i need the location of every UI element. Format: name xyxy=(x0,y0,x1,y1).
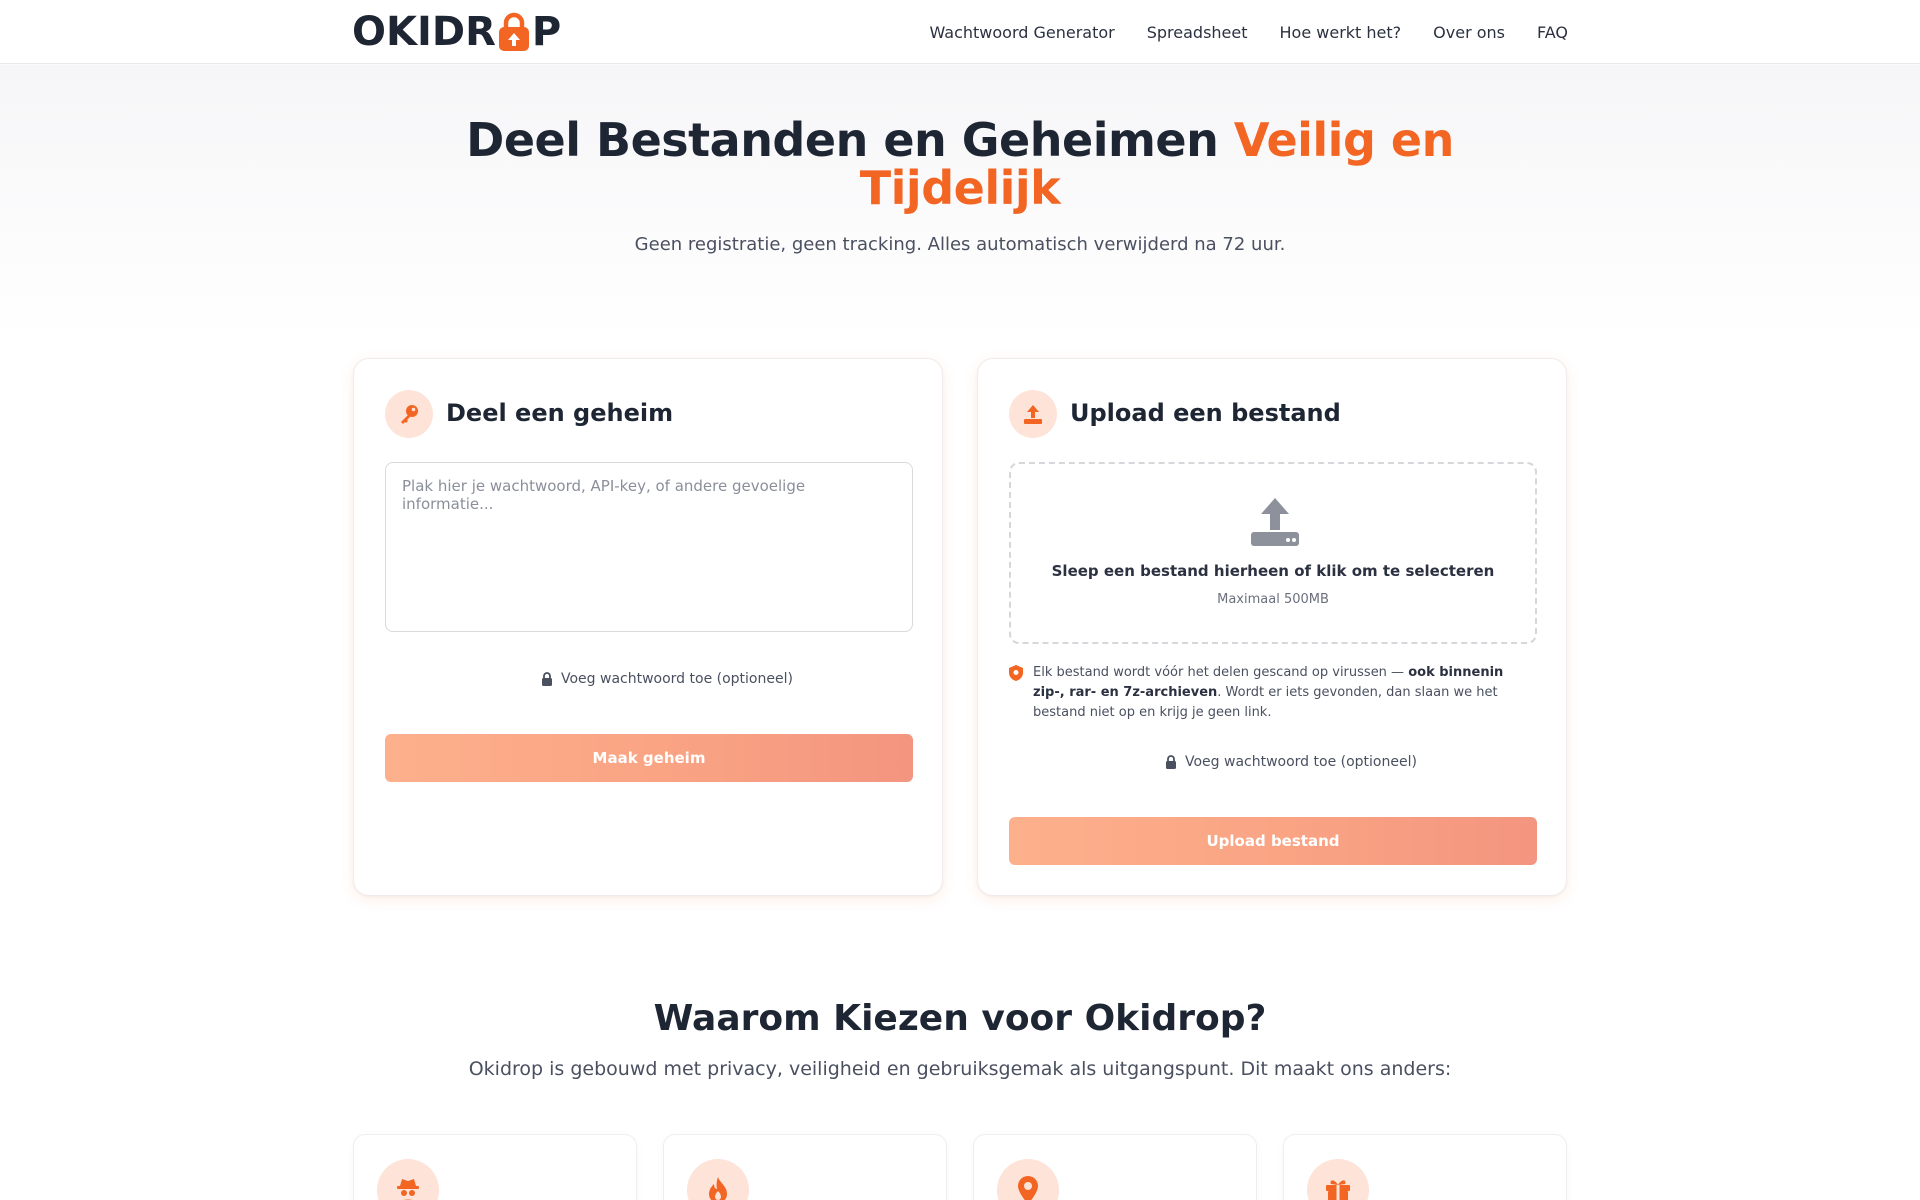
shield-icon xyxy=(1009,665,1023,681)
location-pin-icon xyxy=(997,1159,1059,1200)
nav-how-it-works[interactable]: Hoe werkt het? xyxy=(1280,23,1402,42)
upload-password-toggle[interactable]: Voeg wachtwoord toe (optioneel) xyxy=(1165,752,1417,772)
secret-textarea[interactable] xyxy=(385,462,913,632)
dropzone-max-size: Maximaal 500MB xyxy=(1217,592,1329,607)
dropzone-text: Sleep een bestand hierheen of klik om te… xyxy=(1051,562,1495,580)
key-icon xyxy=(385,390,433,438)
gift-icon xyxy=(1307,1159,1369,1200)
fire-icon xyxy=(687,1159,749,1200)
upload-file-button[interactable]: Upload bestand xyxy=(1009,817,1537,865)
padlock-logo-icon xyxy=(497,12,531,52)
feature-card xyxy=(1283,1134,1567,1200)
lock-icon xyxy=(1166,755,1176,769)
feature-card xyxy=(663,1134,947,1200)
hero-subtitle: Geen registratie, geen tracking. Alles a… xyxy=(634,234,1286,255)
nav-faq[interactable]: FAQ xyxy=(1537,23,1568,42)
scan-note-start: Elk bestand wordt vóór het delen gescand… xyxy=(1033,665,1409,680)
secret-password-toggle[interactable]: Voeg wachtwoord toe (optioneel) xyxy=(541,669,793,689)
nav-password-generator[interactable]: Wachtwoord Generator xyxy=(929,23,1114,42)
why-section-title: Waarom Kiezen voor Okidrop? xyxy=(653,998,1267,1039)
upload-icon xyxy=(1009,390,1057,438)
logo-text-right: P xyxy=(531,9,562,55)
top-navbar: OKIDR P Wachtwoord Generator Spreadsheet… xyxy=(0,0,1920,64)
secret-password-toggle-label: Voeg wachtwoord toe (optioneel) xyxy=(561,671,793,687)
virus-scan-note: Elk bestand wordt vóór het delen gescand… xyxy=(1009,663,1539,723)
hero-title: Deel Bestanden en Geheimen Veilig en Tij… xyxy=(460,116,1460,212)
upload-file-card: Upload een bestand Sleep een bestand hie… xyxy=(977,358,1567,896)
create-secret-button[interactable]: Maak geheim xyxy=(385,734,913,782)
file-dropzone[interactable]: Sleep een bestand hierheen of klik om te… xyxy=(1009,462,1537,644)
logo-text-left: OKIDR xyxy=(352,9,496,55)
main-nav: Wachtwoord Generator Spreadsheet Hoe wer… xyxy=(929,0,1568,64)
spy-icon xyxy=(377,1159,439,1200)
hero-title-main: Deel Bestanden en Geheimen xyxy=(466,113,1234,167)
okidrop-logo[interactable]: OKIDR P xyxy=(352,12,561,52)
upload-password-toggle-label: Voeg wachtwoord toe (optioneel) xyxy=(1185,754,1417,770)
share-secret-title: Deel een geheim xyxy=(446,399,674,427)
feature-card xyxy=(353,1134,637,1200)
nav-about-us[interactable]: Over ons xyxy=(1433,23,1505,42)
nav-spreadsheet[interactable]: Spreadsheet xyxy=(1147,23,1248,42)
file-upload-icon xyxy=(1251,498,1299,546)
share-secret-card: Deel een geheim Voeg wachtwoord toe (opt… xyxy=(353,358,943,896)
upload-file-title: Upload een bestand xyxy=(1070,399,1341,427)
why-section-subtitle: Okidrop is gebouwd met privacy, veilighe… xyxy=(468,1058,1452,1080)
lock-icon xyxy=(542,672,552,686)
feature-card xyxy=(973,1134,1257,1200)
